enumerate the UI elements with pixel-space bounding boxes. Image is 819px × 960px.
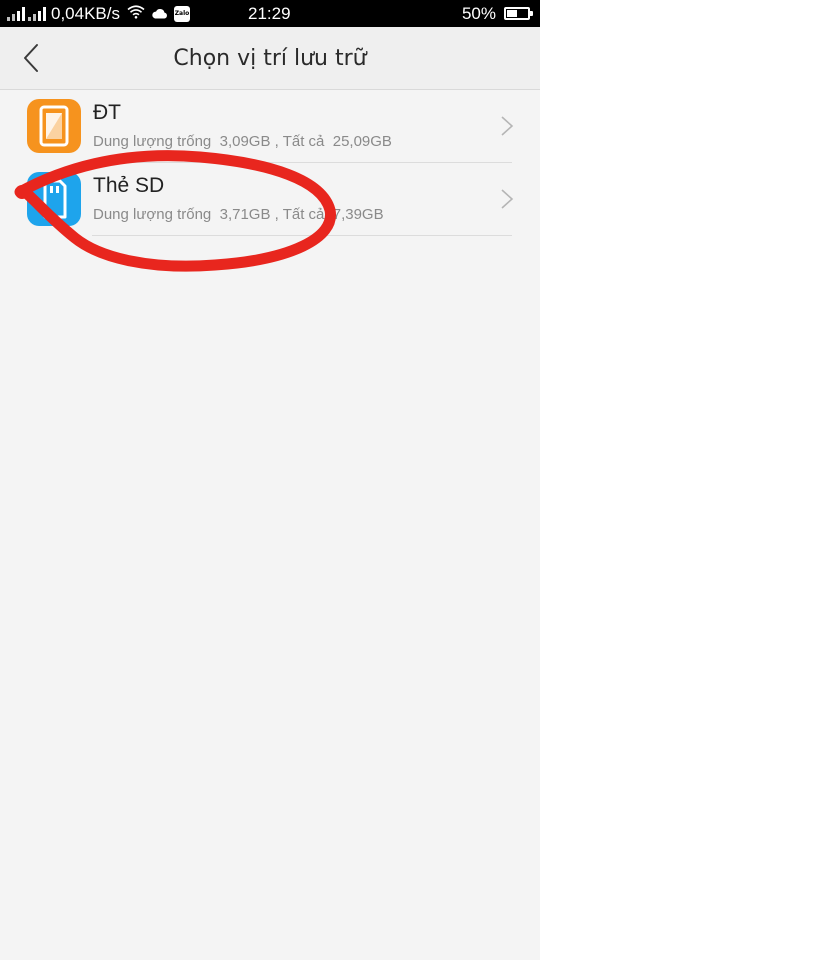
status-bar-right: 50%	[461, 0, 533, 27]
storage-option-capacity: Dung lượng trống 3,71GB , Tất cả 7,39GB	[93, 206, 384, 223]
battery-fill	[507, 10, 517, 17]
status-bar: 0,04KB/s Zalo 21:29 50%	[0, 0, 540, 27]
storage-location-list: ĐT Dung lượng trống 3,09GB , Tất cả 25,0…	[0, 90, 540, 236]
phone-screen: 0,04KB/s Zalo 21:29 50% Chọn vị trí lưu …	[0, 0, 540, 960]
signal-sim1-icon	[7, 6, 25, 21]
wifi-icon	[127, 4, 145, 24]
phone-storage-icon	[27, 99, 81, 153]
chevron-right-icon	[501, 189, 514, 209]
chevron-right-icon	[501, 116, 514, 136]
storage-option-title: Thẻ SD	[93, 174, 165, 197]
status-time: 21:29	[248, 4, 291, 23]
storage-option-title: ĐT	[93, 101, 121, 124]
zalo-icon: Zalo	[174, 5, 190, 22]
status-bar-left: 0,04KB/s Zalo	[7, 0, 190, 27]
storage-option-sd-card[interactable]: Thẻ SD Dung lượng trống 3,71GB , Tất cả …	[0, 163, 540, 236]
cloud-icon	[151, 4, 168, 24]
network-speed: 0,04KB/s	[51, 3, 120, 23]
sd-card-icon	[27, 172, 81, 226]
storage-option-capacity: Dung lượng trống 3,09GB , Tất cả 25,09GB	[93, 133, 392, 150]
battery-percent: 50%	[461, 3, 496, 23]
storage-option-phone[interactable]: ĐT Dung lượng trống 3,09GB , Tất cả 25,0…	[0, 90, 540, 163]
signal-sim2-icon	[28, 6, 46, 21]
battery-icon	[504, 7, 533, 20]
page-title: Chọn vị trí lưu trữ	[173, 46, 367, 71]
app-header: Chọn vị trí lưu trữ	[0, 27, 540, 90]
row-divider	[92, 235, 512, 236]
